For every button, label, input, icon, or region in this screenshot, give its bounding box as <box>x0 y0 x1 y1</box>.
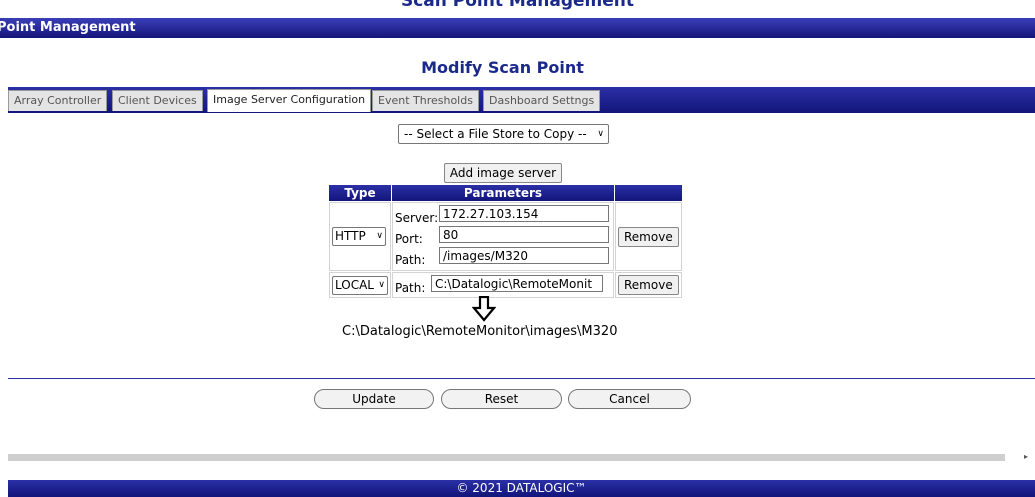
page-title: Modify Scan Point <box>421 58 584 77</box>
tab-dashboard-settings[interactable]: Dashboard Settngs <box>483 90 601 111</box>
column-header-type: Type <box>329 185 391 201</box>
remove-button[interactable]: Remove <box>618 275 679 295</box>
path-input[interactable]: /images/M320 <box>439 247 609 264</box>
parameters-cell: Path: C:\Datalogic\RemoteMonit <box>392 272 614 298</box>
app-title: Scan Point Management <box>400 0 635 11</box>
tab-bar: Array Controller Client Devices Image Se… <box>8 87 1035 113</box>
reset-button[interactable]: Reset <box>441 389 562 409</box>
update-button[interactable]: Update <box>314 389 434 409</box>
footer-copyright: © 2021 DATALOGIC™ <box>8 480 1035 497</box>
tab-image-server-configuration[interactable]: Image Server Configuration <box>207 89 372 112</box>
type-select[interactable]: LOCAL ∨ <box>332 275 388 295</box>
actions-cell: Remove <box>615 202 682 271</box>
actions-cell: Remove <box>615 272 682 298</box>
add-image-server-button[interactable]: Add image server <box>444 163 562 183</box>
tab-event-thresholds[interactable]: Event Thresholds <box>372 90 479 111</box>
cancel-button[interactable]: Cancel <box>568 389 691 409</box>
table-row: LOCAL ∨ Path: C:\Datalogic\RemoteMonit Re… <box>329 272 682 298</box>
path-input[interactable]: C:\Datalogic\RemoteMonit <box>431 275 603 292</box>
port-input[interactable]: 80 <box>439 226 609 243</box>
parameters-cell: Server: 172.27.103.154 Port: 80 Path:/imag… <box>392 202 614 271</box>
type-cell: LOCAL ∨ <box>329 272 391 298</box>
type-select-value: HTTP <box>335 229 366 243</box>
path-label: Path: <box>395 281 426 295</box>
column-header-parameters: Parameters <box>392 185 614 201</box>
arrow-down-icon <box>472 296 496 322</box>
chevron-down-icon: ∨ <box>597 129 604 139</box>
tab-array-controller[interactable]: Array Controller <box>8 90 108 111</box>
file-store-copy-value: -- Select a File Store to Copy -- <box>404 127 587 141</box>
server-input[interactable]: 172.27.103.154 <box>439 205 609 222</box>
horizontal-scrollbar[interactable] <box>8 454 1005 461</box>
header-title: Point Management <box>0 20 136 35</box>
remove-button[interactable]: Remove <box>618 226 679 247</box>
header-bar: Point Management <box>0 18 1035 38</box>
resolved-path-text: C:\Datalogic\RemoteMonitor\images\M320 <box>342 324 618 339</box>
image-server-table: Type Parameters HTTP ∨ Server: 172.27.103… <box>328 184 683 299</box>
path-label: Path: <box>395 253 426 267</box>
tab-client-devices[interactable]: Client Devices <box>112 90 203 111</box>
divider <box>8 378 1035 379</box>
type-select-value: LOCAL <box>335 277 374 292</box>
chevron-down-icon: ∨ <box>378 279 385 290</box>
chevron-down-icon: ∨ <box>376 231 383 241</box>
table-row: HTTP ∨ Server: 172.27.103.154 Port: 80 Pat… <box>329 202 682 271</box>
file-store-copy-select[interactable]: -- Select a File Store to Copy -- ∨ <box>398 124 609 144</box>
scroll-right-icon[interactable]: ▸ <box>1024 452 1028 461</box>
column-header-actions <box>615 185 682 201</box>
type-cell: HTTP ∨ <box>329 202 391 271</box>
type-select[interactable]: HTTP ∨ <box>332 227 386 246</box>
